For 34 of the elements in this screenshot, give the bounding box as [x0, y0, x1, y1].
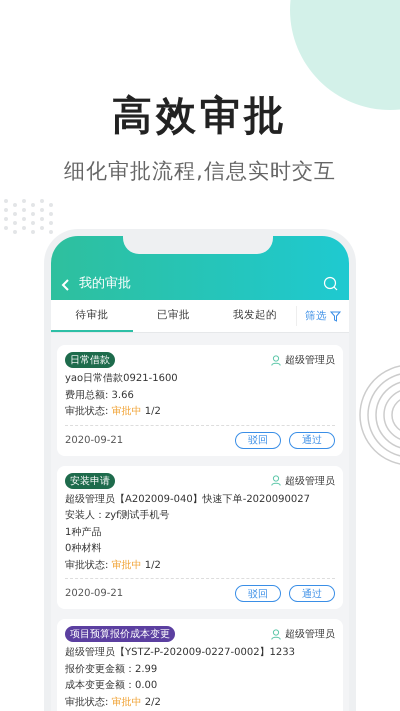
- user-icon: [271, 628, 281, 640]
- category-tag: 日常借款: [65, 352, 115, 368]
- user-name: 超级管理员: [285, 628, 335, 641]
- detail-text: 0种材料: [65, 542, 102, 556]
- back-icon[interactable]: [61, 278, 71, 292]
- page-title: 我的审批: [79, 275, 132, 292]
- detail-text: 超级管理员【YSTZ-P-202009-0227-0002】1233: [65, 646, 296, 660]
- approval-card[interactable]: 项目预算报价成本变更 超级管理员 超级管理员【YSTZ-P-202009-0227-0002】1233 报价变更金额：2.99 成本变更金额：0.00 审批状态: 审批中 2/2: [57, 619, 343, 711]
- user-name: 超级管理员: [285, 474, 335, 488]
- subtitle: 细化审批流程,信息实时交互: [64, 158, 336, 185]
- user-name: 超级管理员: [285, 354, 335, 367]
- detail-text: 费用总额: 3.66: [65, 388, 135, 402]
- user-icon: [271, 354, 281, 366]
- detail-text: yao日常借款0921-1600: [65, 372, 179, 386]
- date-text: 2020-09-21: [65, 434, 124, 446]
- category-tag: 项目预算报价成本变更: [65, 626, 175, 642]
- detail-text: 超级管理员【A202009-040】快速下单-2020090027: [65, 492, 311, 506]
- filter-icon: [330, 310, 342, 322]
- detail-text: 成本变更金额：0.00: [65, 678, 158, 693]
- status-text: 审批状态: 审批中 1/2: [65, 558, 162, 572]
- status-text: 审批状态: 审批中 1/2: [65, 404, 162, 419]
- date-text: 2020-09-21: [65, 588, 124, 599]
- approval-card[interactable]: 日常借款 超级管理员 yao日常借款0921-1600 费用总额: 3.66 审批状态: 审批中 1/2 2020-09-21 驳回 通过: [57, 345, 343, 456]
- status-text: 审批状态: 审批中 2/2: [65, 696, 162, 710]
- approval-card[interactable]: 安装申请 超级管理员 超级管理员【A202009-040】快速下单-2020090027 安装人：zyf测试手机号 1种产品 0种材料 审批状态: 审批中 1/2 2020-09-21 驳回 通过: [57, 466, 343, 609]
- category-tag: 安装申请: [65, 472, 115, 488]
- user-icon: [271, 475, 281, 486]
- action-button[interactable]: 驳回: [235, 585, 281, 602]
- action-button[interactable]: 驳回: [235, 432, 281, 448]
- detail-text: 1种产品: [65, 526, 102, 540]
- search-icon[interactable]: [323, 276, 339, 292]
- detail-text: 报价变更金额：2.99: [65, 662, 158, 676]
- detail-text: 安装人：zyf测试手机号: [65, 508, 171, 523]
- headline: 高效审批: [112, 92, 288, 141]
